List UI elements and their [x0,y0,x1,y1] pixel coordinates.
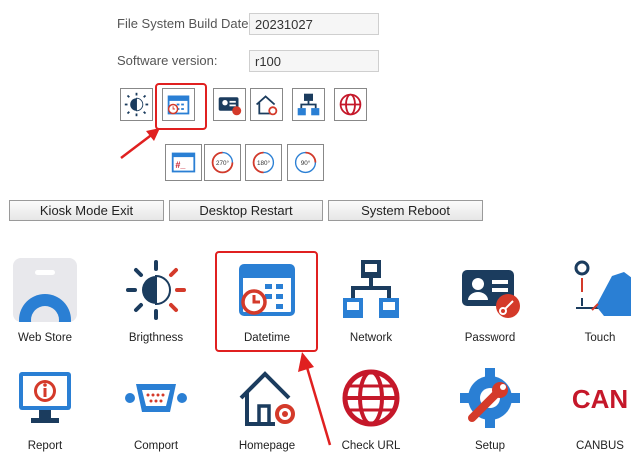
network-icon [297,93,320,116]
app-label: CANBUS [576,440,624,452]
rotate-90-button[interactable]: 90° [287,144,324,181]
globe-icon [342,369,400,427]
globe-icon [339,93,362,116]
svg-text:#_: #_ [175,160,186,170]
system-reboot-button[interactable]: System Reboot [328,200,483,221]
fs-date-label: File System Build Date: [117,16,253,31]
app-brightness[interactable]: Brigthness [106,258,206,358]
software-version-field: r100 [249,50,379,72]
app-label: Brigthness [128,332,184,344]
rotate-90-icon: 90° [294,151,317,174]
homepage-icon [239,371,295,426]
app-network[interactable]: Network [321,258,421,358]
password-icon [462,270,520,318]
app-comport[interactable]: Comport [106,366,206,466]
kiosk-exit-button[interactable]: Kiosk Mode Exit [9,200,164,221]
app-check-url[interactable]: Check URL [321,366,421,466]
svg-text:180°: 180° [257,159,271,167]
pointer-arrow-bottom [298,352,332,446]
pointer-arrow-top [120,128,160,159]
terminal-icon: #_ [171,152,196,173]
rotate-180-icon: 180° [252,151,275,174]
rotate-270-icon: 270° [211,151,234,174]
rotate-180-button[interactable]: 180° [245,144,282,181]
password-icon [218,97,242,116]
svg-text:CAN: CAN [572,384,628,414]
web-store-icon [13,258,77,322]
app-label: Report [27,440,63,452]
datetime-highlight-box [155,83,207,130]
fs-date-field: 20231027 [249,13,379,35]
app-label: Network [349,332,393,344]
app-canbus[interactable]: CAN CANBUS [550,366,631,466]
brightness-icon [126,260,186,320]
setup-gear-icon [460,368,520,428]
network-button[interactable] [292,88,325,121]
app-label: Password [464,332,516,344]
touch-icon [574,260,631,316]
app-password[interactable]: Password [440,258,540,358]
brightness-icon [124,92,149,117]
canbus-icon: CAN [572,384,628,414]
comport-icon [125,384,187,412]
app-label: Touch [584,332,616,344]
homepage-icon [255,95,278,116]
app-label: Setup [474,440,506,452]
report-icon [19,372,71,423]
password-button[interactable] [213,88,246,121]
brightness-button[interactable] [120,88,153,121]
desktop-restart-button[interactable]: Desktop Restart [169,200,323,221]
app-label: Comport [133,440,179,452]
app-label: Web Store [17,332,73,344]
app-report[interactable]: Report [0,366,95,466]
software-version-label: Software version: [117,53,218,68]
check-url-button[interactable] [334,88,367,121]
homepage-button[interactable] [250,88,283,121]
rotate-270-button[interactable]: 270° [204,144,241,181]
network-icon [343,260,399,318]
app-setup[interactable]: Setup [440,366,540,466]
datetime-app-highlight-box [215,251,318,352]
app-web-store[interactable]: Web Store [0,258,95,358]
svg-text:90°: 90° [301,159,311,167]
app-label: Check URL [341,440,401,452]
svg-text:270°: 270° [216,159,230,167]
terminal-button[interactable]: #_ [165,144,202,181]
app-touch[interactable]: Touch [550,258,631,358]
